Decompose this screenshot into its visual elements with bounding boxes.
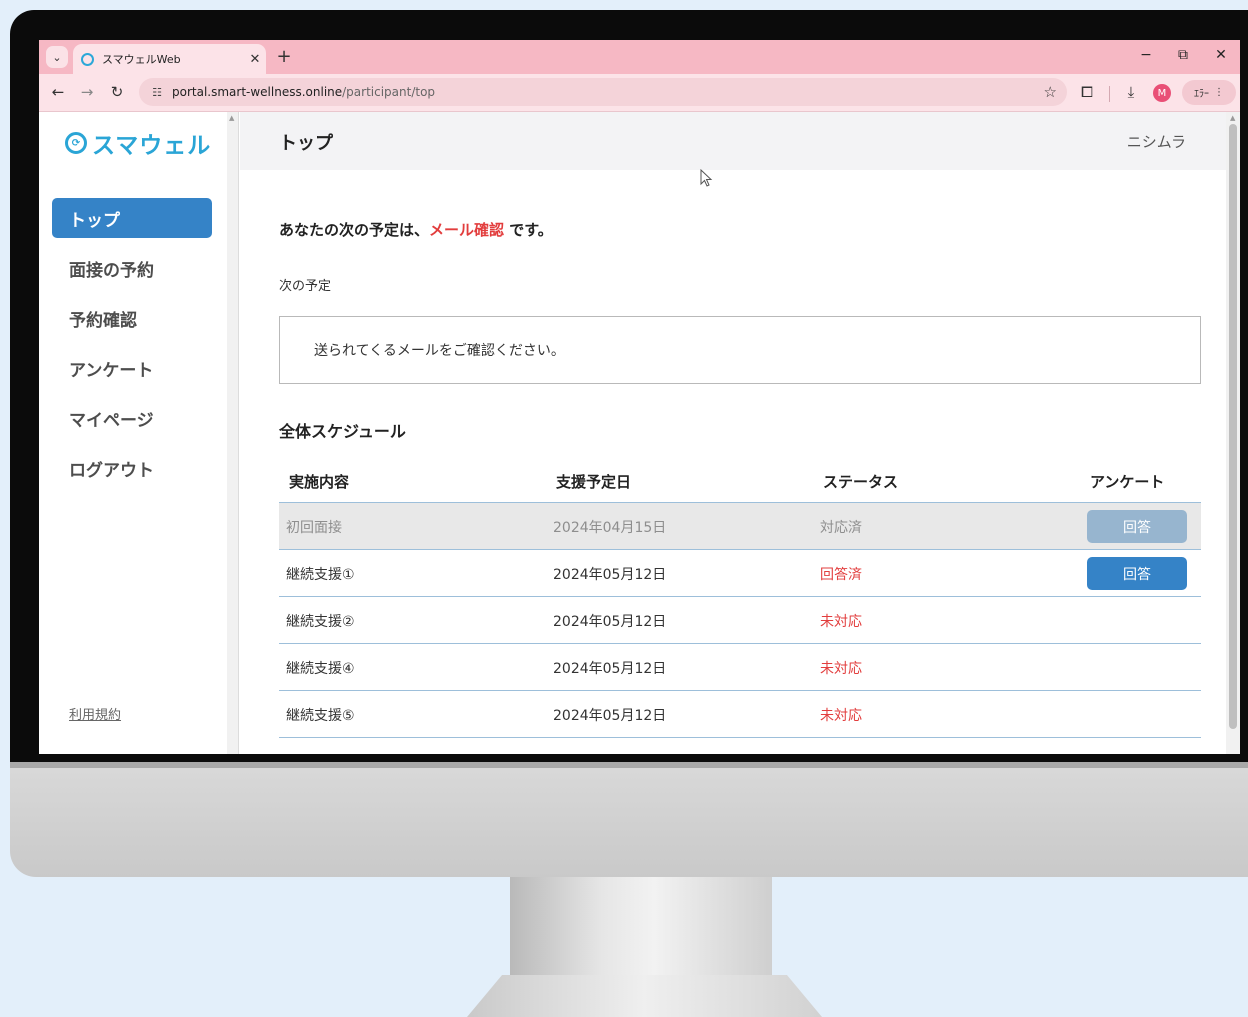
cell-date: 2024年05月12日 <box>553 567 667 583</box>
cell-item: 継続支援⑤ <box>286 708 355 724</box>
more-vert-icon: ⋮ <box>1214 87 1224 98</box>
cell-date: 2024年05月12日 <box>553 661 667 677</box>
close-window-icon[interactable]: ✕ <box>1211 47 1231 63</box>
survey-answer-button[interactable]: 回答 <box>1087 510 1187 543</box>
page-header: トップ ニシムラ <box>240 112 1226 170</box>
favicon-icon <box>81 52 94 66</box>
survey-answer-button[interactable]: 回答 <box>1087 557 1187 590</box>
user-name: ニシムラ <box>1126 133 1186 151</box>
download-icon[interactable]: ⤓ <box>1121 83 1141 101</box>
forward-icon[interactable]: → <box>77 83 97 101</box>
main-scrollbar[interactable]: ▲ <box>1226 112 1240 754</box>
scroll-up-icon[interactable]: ▲ <box>229 114 234 122</box>
sidebar: ⟳ スマウェル トップ 面接の予約 予約確認 アンケート マイページ ログアウト… <box>39 112 227 754</box>
cell-date: 2024年05月12日 <box>553 708 667 724</box>
next-schedule-box: 送られてくるメールをご確認ください。 <box>279 316 1201 384</box>
toolbar-divider <box>1109 86 1110 102</box>
table-row: 継続支援④ 2024年05月12日 未対応 <box>279 644 1201 691</box>
column-header-status: ステータス <box>823 473 899 491</box>
sidebar-scrollbar[interactable]: ▲ <box>227 112 239 754</box>
tab-search-icon[interactable]: ⌄ <box>46 46 68 68</box>
tab-close-icon[interactable]: ✕ <box>244 52 266 67</box>
next-message-prefix: あなたの次の予定は、 <box>279 221 430 239</box>
logo-icon: ⟳ <box>65 132 87 154</box>
main-content: トップ ニシムラ あなたの次の予定は、メール確認 です。 次の予定 送られてくる… <box>240 112 1226 754</box>
profile-avatar[interactable]: M <box>1153 84 1171 102</box>
table-header-row: 実施内容 支援予定日 ステータス アンケート <box>279 457 1201 503</box>
cell-status: 未対応 <box>820 614 862 630</box>
url-path: /participant/top <box>342 85 436 99</box>
extensions-icon[interactable]: ⧠ <box>1077 83 1097 101</box>
cell-status: 未対応 <box>820 661 862 677</box>
address-bar[interactable]: ☷ portal.smart-wellness.online/participa… <box>139 78 1067 106</box>
sidebar-item-mypage[interactable]: マイページ <box>52 398 212 438</box>
next-schedule-label: 次の予定 <box>279 279 332 294</box>
sidebar-item-survey[interactable]: アンケート <box>52 348 212 388</box>
table-row: 継続支援⑤ 2024年05月12日 未対応 <box>279 691 1201 738</box>
cell-status: 未対応 <box>820 708 862 724</box>
screen: ⌄ スマウェルWeb ✕ + − ⧉ ✕ ← → ↻ ☷ portal.smar… <box>39 40 1240 754</box>
sidebar-item-booking-confirmation[interactable]: 予約確認 <box>52 298 212 338</box>
cell-status: 回答済 <box>820 567 862 583</box>
browser-toolbar: ← → ↻ ☷ portal.smart-wellness.online/par… <box>39 74 1240 112</box>
cell-status: 対応済 <box>820 520 862 536</box>
new-tab-icon[interactable]: + <box>275 46 293 67</box>
bookmark-star-icon[interactable]: ☆ <box>1044 83 1057 101</box>
schedule-table: 実施内容 支援予定日 ステータス アンケート 初回面接 2024年04月15日 … <box>279 457 1201 738</box>
column-header-date: 支援予定日 <box>556 473 632 491</box>
page-title: トップ <box>279 133 333 154</box>
cell-item: 継続支援④ <box>286 661 355 677</box>
reload-icon[interactable]: ↻ <box>107 83 127 101</box>
next-schedule-content: 送られてくるメールをご確認ください。 <box>314 343 565 359</box>
next-schedule-message: あなたの次の予定は、メール確認 です。 <box>279 219 553 240</box>
cell-item: 継続支援① <box>286 567 355 583</box>
site-info-icon[interactable]: ☷ <box>147 86 167 99</box>
restore-icon[interactable]: ⧉ <box>1173 47 1193 63</box>
scrollbar-thumb[interactable] <box>1229 124 1237 729</box>
table-row: 初回面接 2024年04月15日 対応済 回答 <box>279 503 1201 550</box>
sidebar-item-top[interactable]: トップ <box>52 198 212 238</box>
tab-title: スマウェルWeb <box>102 53 181 66</box>
error-menu-button[interactable]: ｴﾗｰ ⋮ <box>1182 80 1236 105</box>
app-root: ⟳ スマウェル トップ 面接の予約 予約確認 アンケート マイページ ログアウト… <box>39 112 1240 754</box>
next-message-highlight: メール確認 <box>429 221 505 239</box>
error-chip-label: ｴﾗｰ <box>1194 89 1209 100</box>
cell-item: 継続支援② <box>286 614 355 630</box>
scroll-up-icon[interactable]: ▲ <box>1230 114 1235 122</box>
next-message-suffix: です。 <box>504 221 553 239</box>
browser-tab[interactable]: スマウェルWeb ✕ <box>73 44 266 74</box>
cell-item: 初回面接 <box>286 520 342 536</box>
minimize-icon[interactable]: − <box>1136 47 1156 63</box>
table-row: 継続支援② 2024年05月12日 未対応 <box>279 597 1201 644</box>
column-header-item: 実施内容 <box>289 473 350 491</box>
column-header-survey: アンケート <box>1090 473 1165 491</box>
brand-logo[interactable]: ⟳ スマウェル <box>65 126 211 160</box>
monitor-edge <box>10 762 1248 768</box>
cell-date: 2024年04月15日 <box>553 520 667 536</box>
url-host: portal.smart-wellness.online <box>172 85 343 99</box>
back-icon[interactable]: ← <box>48 83 68 101</box>
sidebar-item-logout[interactable]: ログアウト <box>52 448 212 488</box>
terms-link[interactable]: 利用規約 <box>69 704 121 723</box>
mouse-cursor-icon <box>700 169 713 187</box>
cell-date: 2024年05月12日 <box>553 614 667 630</box>
logo-text: スマウェル <box>92 133 212 159</box>
monitor-chin <box>10 762 1248 877</box>
monitor-stand-base <box>452 975 837 1017</box>
table-row: 継続支援① 2024年05月12日 回答済 回答 <box>279 550 1201 597</box>
sidebar-item-interview-booking[interactable]: 面接の予約 <box>52 248 212 288</box>
browser-tabbar: ⌄ スマウェルWeb ✕ + − ⧉ ✕ <box>39 40 1240 74</box>
schedule-title: 全体スケジュール <box>279 422 406 441</box>
